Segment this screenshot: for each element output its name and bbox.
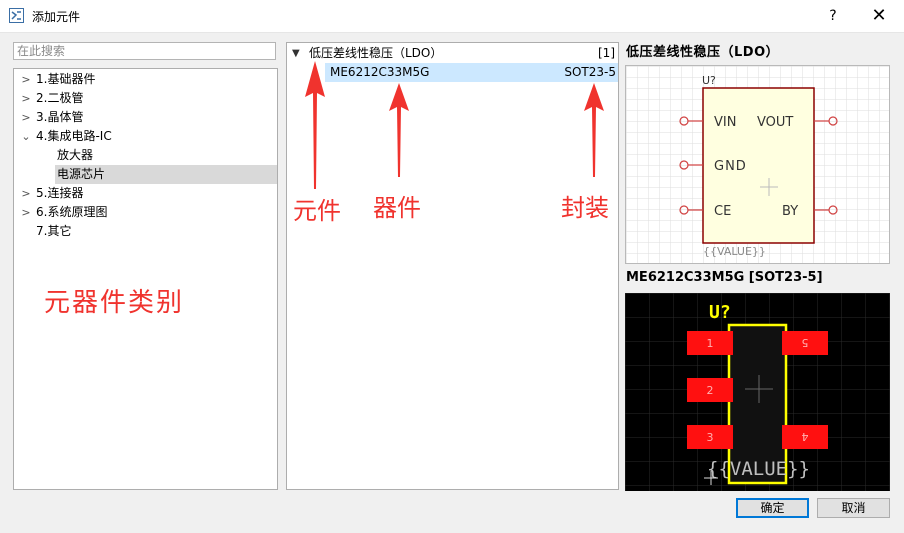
- pin-label: VOUT: [757, 115, 793, 130]
- pad-number: 5: [802, 336, 809, 349]
- annotation-arrow-part: [389, 83, 409, 177]
- category-item[interactable]: > 3.晶体管: [14, 108, 276, 127]
- pad-number: 1: [707, 337, 714, 350]
- group-label: 低压差线性稳压（LDO）: [309, 46, 443, 60]
- schematic-value: {{VALUE}}: [703, 245, 766, 258]
- annotation-category: 元器件类别: [44, 288, 185, 318]
- schematic-symbol: U? VIN GND CE VOUT BY {{VALUE}}: [626, 66, 889, 263]
- chevron-right-icon[interactable]: >: [20, 70, 32, 89]
- chevron-right-icon[interactable]: >: [20, 108, 32, 127]
- category-item[interactable]: > 5.连接器: [14, 184, 276, 203]
- annotation-component: 元件: [293, 197, 341, 225]
- footprint-designator: U?: [709, 302, 731, 323]
- close-icon: ✕: [871, 5, 887, 26]
- component-list: ▼ 低压差线性稳压（LDO） [1] ME6212C33M5G SOT23-5 …: [286, 42, 619, 490]
- component-row-selected[interactable]: ME6212C33M5G SOT23-5: [325, 63, 618, 82]
- cancel-button[interactable]: 取消: [817, 498, 890, 518]
- close-button[interactable]: ✕: [864, 4, 894, 28]
- chevron-down-icon[interactable]: ▼: [292, 44, 300, 63]
- category-label: 4.集成电路-IC: [36, 129, 112, 143]
- pin-label: CE: [714, 204, 731, 219]
- help-button[interactable]: ?: [818, 4, 848, 28]
- category-subitem[interactable]: 放大器: [55, 146, 277, 165]
- schematic-title: 低压差线性稳压（LDO）: [626, 45, 780, 60]
- chevron-down-icon[interactable]: ⌄: [20, 127, 32, 146]
- category-item[interactable]: > 6.系统原理图: [14, 203, 276, 222]
- annotation-arrow-component: [305, 61, 325, 189]
- chevron-right-icon[interactable]: >: [20, 203, 32, 222]
- category-label: 6.系统原理图: [36, 205, 108, 219]
- footprint-preview: 1 2 3 5 4 U? {{VALUE}}: [625, 293, 890, 491]
- pin-label: GND: [714, 159, 747, 174]
- group-count: [1]: [598, 46, 615, 60]
- chevron-right-icon[interactable]: >: [20, 89, 32, 108]
- chevron-right-icon[interactable]: >: [20, 184, 32, 203]
- annotation-part: 器件: [373, 194, 421, 222]
- pin-label: VIN: [714, 115, 736, 130]
- category-label: 7.其它: [36, 224, 72, 238]
- search-input[interactable]: [13, 42, 276, 60]
- footprint-value: {{VALUE}}: [707, 458, 810, 480]
- category-subitem-selected[interactable]: 电源芯片: [55, 165, 277, 184]
- schematic-preview: U? VIN GND CE VOUT BY {{VALUE}}: [625, 65, 890, 264]
- annotation-arrow-package: [584, 83, 604, 177]
- category-label: 2.二极管: [36, 91, 84, 105]
- footprint-symbol: 1 2 3 5 4 U? {{VALUE}}: [625, 293, 890, 491]
- category-tree: > 1.基础器件 > 2.二极管 > 3.晶体管 ⌄ 4.集成电路-IC 放大器…: [13, 68, 278, 490]
- category-item[interactable]: > 1.基础器件: [14, 70, 276, 89]
- category-label: 1.基础器件: [36, 72, 96, 86]
- app-icon: [9, 8, 24, 23]
- pad-number: 3: [707, 431, 714, 444]
- category-item[interactable]: 7.其它: [14, 222, 276, 241]
- component-group[interactable]: ▼ 低压差线性稳压（LDO） [1]: [287, 44, 618, 63]
- title-bar: 添加元件 ? ✕: [0, 0, 904, 33]
- component-name: ME6212C33M5G: [330, 65, 430, 79]
- ok-button[interactable]: 确定: [736, 498, 809, 518]
- category-label: 5.连接器: [36, 186, 84, 200]
- pad-number: 4: [802, 430, 809, 443]
- window-title: 添加元件: [32, 10, 81, 24]
- footprint-title: ME6212C33M5G [SOT23-5]: [626, 270, 823, 285]
- category-item[interactable]: ⌄ 4.集成电路-IC: [14, 127, 276, 146]
- component-package: SOT23-5: [564, 65, 616, 79]
- pin-label: BY: [782, 204, 798, 219]
- annotation-package: 封装: [561, 194, 609, 222]
- schematic-designator: U?: [702, 74, 716, 87]
- category-label: 3.晶体管: [36, 110, 84, 124]
- category-item[interactable]: > 2.二极管: [14, 89, 276, 108]
- pad-number: 2: [707, 384, 714, 397]
